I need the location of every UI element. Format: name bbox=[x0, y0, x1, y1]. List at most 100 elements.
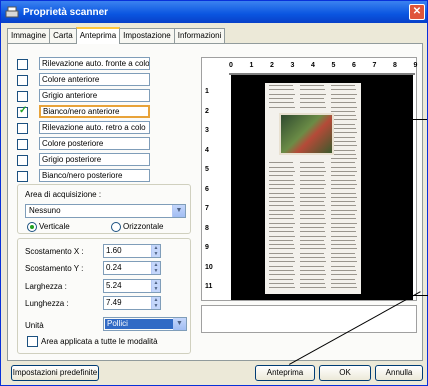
tab-informazioni[interactable]: Informazioni bbox=[173, 28, 226, 43]
offset-x-field[interactable]: 1.60 ▲ ▼ bbox=[103, 244, 161, 258]
stepper-icon[interactable]: ▲ ▼ bbox=[151, 280, 160, 292]
document-text-line bbox=[300, 205, 325, 207]
length-field[interactable]: 7.49 ▲ ▼ bbox=[103, 296, 161, 310]
document-text-line bbox=[331, 244, 356, 246]
close-icon[interactable]: ✕ bbox=[409, 4, 425, 20]
document-text-line bbox=[331, 183, 357, 185]
length-label: Lunghezza : bbox=[25, 299, 69, 308]
document-text-line bbox=[331, 153, 356, 155]
document-text-line bbox=[269, 97, 293, 99]
document-text-line bbox=[331, 188, 355, 190]
image-mode-checkbox[interactable] bbox=[17, 74, 28, 86]
ruler-top-label: 0 bbox=[229, 62, 233, 69]
ruler-top-label: 5 bbox=[331, 62, 336, 69]
defaults-button[interactable]: Impostazioni predefinite bbox=[11, 365, 99, 381]
tab-impostazione[interactable]: Impostazione bbox=[119, 28, 175, 43]
stepper-icon[interactable]: ▲ ▼ bbox=[151, 297, 160, 309]
vertical-label: Verticale bbox=[39, 222, 70, 231]
document-text-line bbox=[269, 183, 295, 185]
document-text-line bbox=[331, 274, 357, 276]
horizontal-radio[interactable] bbox=[111, 222, 121, 232]
offset-x-value: 1.60 bbox=[106, 246, 122, 255]
document-text-line bbox=[269, 175, 293, 177]
document-text-line bbox=[300, 188, 324, 190]
image-mode-checkbox[interactable] bbox=[17, 170, 28, 182]
document-text-line bbox=[331, 128, 356, 129]
ok-button[interactable]: OK bbox=[319, 365, 371, 381]
document-text-line bbox=[331, 269, 356, 271]
document-text-line bbox=[269, 85, 293, 86]
offset-x-label: Scostamento X : bbox=[25, 247, 84, 256]
image-mode-checkbox[interactable] bbox=[17, 154, 28, 166]
image-mode-label[interactable]: Colore anteriore bbox=[39, 73, 150, 86]
document-text-line bbox=[331, 110, 355, 112]
document-text-line bbox=[331, 102, 356, 104]
document-text-line bbox=[269, 218, 294, 220]
document-text-line bbox=[300, 244, 325, 246]
ruler-top-label: 8 bbox=[393, 62, 397, 69]
vertical-radio[interactable] bbox=[27, 222, 37, 232]
preview-button[interactable]: Anteprima bbox=[255, 365, 315, 381]
scan-area-select[interactable]: Nessuno ▼ bbox=[25, 204, 186, 218]
image-mode-checkbox[interactable] bbox=[17, 58, 28, 70]
document-text-line bbox=[331, 171, 357, 172]
image-mode-checkbox[interactable] bbox=[17, 138, 28, 150]
image-mode-row[interactable]: Grigio anteriore bbox=[17, 89, 150, 103]
document-text-line bbox=[300, 102, 325, 104]
width-value: 5.24 bbox=[106, 281, 122, 290]
document-text-line bbox=[300, 239, 324, 241]
document-text-line bbox=[300, 269, 325, 271]
scan-area-label: Area di acquisizione : bbox=[25, 190, 102, 199]
document-text-line bbox=[331, 261, 357, 263]
image-mode-checkbox[interactable] bbox=[17, 105, 28, 118]
document-text-line bbox=[331, 235, 357, 237]
document-text-line bbox=[269, 214, 293, 215]
document-text-line bbox=[300, 235, 326, 237]
stepper-icon[interactable]: ▲ ▼ bbox=[151, 245, 160, 257]
tab-anteprima[interactable]: Anteprima bbox=[75, 27, 121, 44]
unit-select[interactable]: Pollici ▼ bbox=[103, 317, 187, 331]
document-text-line bbox=[269, 166, 294, 168]
document-text-line bbox=[269, 102, 294, 104]
image-mode-row[interactable]: Rilevazione auto. fronte a colo bbox=[17, 57, 150, 71]
image-mode-checkbox[interactable] bbox=[17, 90, 28, 102]
image-mode-label[interactable]: Bianco/nero anteriore bbox=[39, 105, 150, 118]
image-mode-label[interactable]: Grigio anteriore bbox=[39, 89, 150, 102]
document-text-line bbox=[331, 192, 356, 194]
document-text-line bbox=[269, 278, 293, 280]
scanner-properties-window: Proprietà scanner ✕ Immagine Carta Antep… bbox=[0, 0, 428, 386]
image-mode-row[interactable]: Bianco/nero posteriore bbox=[17, 169, 150, 183]
document-text-line bbox=[331, 162, 355, 164]
document-text-line bbox=[300, 222, 326, 224]
length-value: 7.49 bbox=[106, 298, 122, 307]
document-text-line bbox=[269, 282, 294, 284]
image-mode-row[interactable]: Bianco/nero anteriore bbox=[17, 105, 150, 119]
document-text-line bbox=[331, 145, 357, 147]
cancel-button[interactable]: Annulla bbox=[375, 365, 423, 381]
document-text-line bbox=[269, 257, 294, 258]
offset-y-field[interactable]: 0.24 ▲ ▼ bbox=[103, 261, 161, 275]
document-text-line bbox=[300, 89, 325, 91]
document-text-line bbox=[269, 93, 295, 95]
image-mode-row[interactable]: Colore posteriore bbox=[17, 137, 150, 151]
ruler-top-label: 1 bbox=[249, 62, 254, 69]
width-field[interactable]: 5.24 ▲ ▼ bbox=[103, 279, 161, 293]
document-text-line bbox=[331, 106, 357, 108]
image-mode-checkbox[interactable] bbox=[17, 122, 28, 134]
stepper-icon[interactable]: ▲ ▼ bbox=[151, 262, 160, 274]
image-mode-row[interactable]: Grigio posteriore bbox=[17, 153, 150, 167]
document-text-line bbox=[269, 162, 293, 164]
tab-carta[interactable]: Carta bbox=[49, 28, 77, 43]
image-mode-label[interactable]: Rilevazione auto. retro a colo bbox=[39, 121, 150, 134]
image-mode-row[interactable]: Rilevazione auto. retro a colo bbox=[17, 121, 150, 135]
document-text-line bbox=[331, 231, 356, 233]
image-mode-label[interactable]: Rilevazione auto. fronte a colo bbox=[39, 57, 150, 70]
image-mode-row[interactable]: Colore anteriore bbox=[17, 73, 150, 87]
document-text-line bbox=[269, 269, 294, 271]
image-mode-label[interactable]: Grigio posteriore bbox=[39, 153, 150, 166]
apply-all-checkbox[interactable] bbox=[27, 336, 38, 347]
image-mode-label[interactable]: Bianco/nero posteriore bbox=[39, 169, 150, 182]
image-mode-label[interactable]: Colore posteriore bbox=[39, 137, 150, 150]
tab-immagine[interactable]: Immagine bbox=[7, 28, 51, 43]
document-text-line bbox=[300, 278, 324, 280]
